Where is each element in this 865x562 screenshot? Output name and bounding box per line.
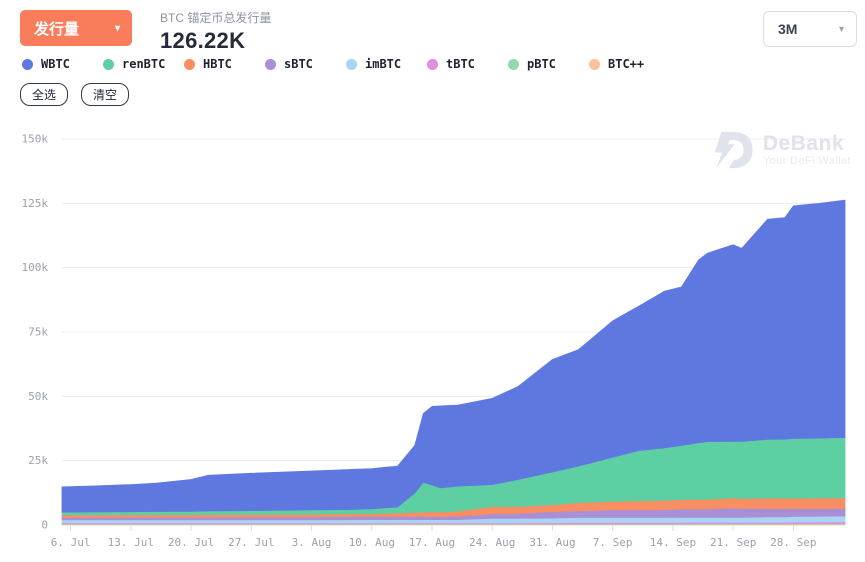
x-axis-label: 31. Aug [529,536,575,549]
x-axis-label: 14. Sep [650,536,696,549]
legend-dot-icon [589,59,600,70]
legend-item-label: tBTC [446,57,475,71]
legend-item-label: imBTC [365,57,401,71]
y-axis-label: 100k [22,261,49,274]
legend-item-label: sBTC [284,57,313,71]
legend-item-label: WBTC [41,57,70,71]
x-axis-label: 27. Jul [228,536,274,549]
legend-dot-icon [184,59,195,70]
y-axis-label: 50k [28,390,48,403]
legend-item-label: renBTC [122,57,165,71]
chart-svg: 0 25k 50k 75k 100k 125k 150k 6. Jul 13. Jul 20. J… [0,118,865,562]
y-axis-label: 25k [28,454,48,467]
chart-title-block: BTC 锚定币总发行量 126.22K [160,9,271,54]
legend-dot-icon [265,59,276,70]
x-axis-label: 6. Jul [51,536,91,549]
clear-button[interactable]: 清空 [81,83,129,106]
legend-item-hbtc[interactable]: HBTC [184,57,265,71]
legend-item-label: BTC++ [608,57,644,71]
legend-item-tbtc[interactable]: tBTC [427,57,508,71]
debank-chart-page: 发行量 ▾ BTC 锚定币总发行量 126.22K 3M ▾ WBTC renBT… [0,0,865,562]
legend-item-label: pBTC [527,57,556,71]
x-axis-label: 7. Sep [593,536,633,549]
y-axis-label: 75k [28,326,48,339]
legend-item-renbtc[interactable]: renBTC [103,57,184,71]
legend-dot-icon [346,59,357,70]
legend-actions: 全选 清空 [20,83,142,106]
chevron-down-icon: ▾ [839,24,844,35]
legend-item-label: HBTC [203,57,232,71]
metric-dropdown-button[interactable]: 发行量 ▾ [20,10,132,46]
metric-dropdown-label: 发行量 [34,18,79,39]
legend: WBTC renBTC HBTC sBTC imBTC tBTC pBTC BTC++ [22,57,670,71]
legend-dot-icon [22,59,33,70]
x-axis-label: 21. Sep [710,536,756,549]
legend-item-btcpp[interactable]: BTC++ [589,57,670,71]
time-range-select[interactable]: 3M ▾ [763,11,857,47]
legend-item-imbtc[interactable]: imBTC [346,57,427,71]
chart-total-value: 126.22K [160,28,271,54]
y-axis-label: 0 [41,519,48,532]
legend-dot-icon [427,59,438,70]
x-axis-label: 17. Aug [409,536,455,549]
time-range-value: 3M [778,21,797,37]
legend-item-sbtc[interactable]: sBTC [265,57,346,71]
x-axis-label: 3. Aug [292,536,332,549]
x-axis-label: 10. Aug [349,536,395,549]
legend-item-pbtc[interactable]: pBTC [508,57,589,71]
chart-title-label: BTC 锚定币总发行量 [160,9,271,26]
x-axis-label: 13. Jul [108,536,154,549]
legend-dot-icon [103,59,114,70]
chevron-down-icon: ▾ [115,23,120,34]
x-axis-label: 24. Aug [469,536,515,549]
y-axis-label: 150k [22,133,49,146]
select-all-button[interactable]: 全选 [20,83,68,106]
legend-item-wbtc[interactable]: WBTC [22,57,103,71]
x-axis-label: 28. Sep [770,536,816,549]
y-axis-label: 125k [22,197,49,210]
x-axis-label: 20. Jul [168,536,214,549]
legend-dot-icon [508,59,519,70]
stacked-area-chart[interactable]: 0 25k 50k 75k 100k 125k 150k 6. Jul 13. Jul 20. J… [0,118,865,562]
